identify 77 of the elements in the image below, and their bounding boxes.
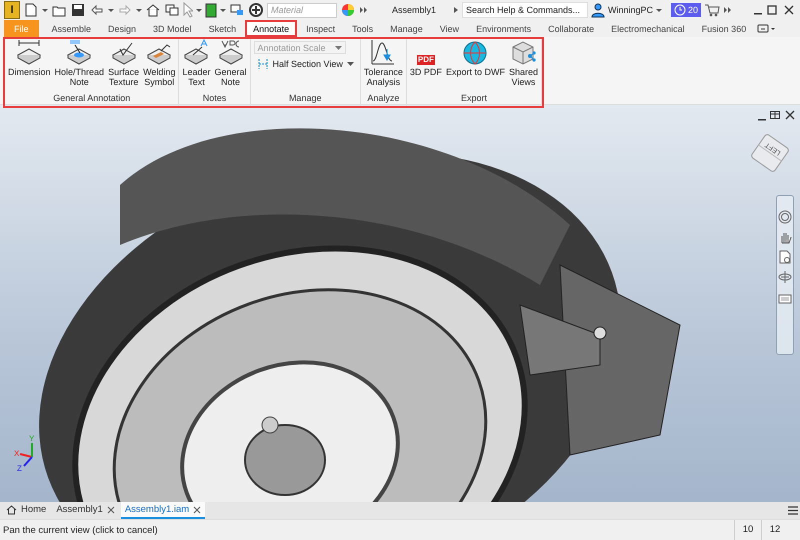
ribbon-tab[interactable]: Manage [382,20,431,37]
status-count: 12 [761,520,788,540]
ribbon-tab[interactable]: Tools [344,20,382,37]
steering-wheel-icon [778,210,792,224]
close-icon [106,506,115,514]
windows-icon [164,2,180,18]
ribbon-tab[interactable]: Design [100,20,144,37]
orbit-icon [778,270,792,284]
pointer-icon [183,2,193,18]
undo-icon [89,2,105,18]
ribbon-tool-button[interactable]: Export to DWF [444,39,507,77]
ribbon-tab[interactable]: Sketch [200,20,244,37]
panel-title: Analyze [366,92,400,105]
ribbon-tab[interactable]: View [432,20,468,37]
document-tab[interactable]: Home [2,502,50,519]
monitor-icon [229,2,245,18]
ribbon-tool-button[interactable]: Hole/Thread Note [52,39,106,87]
ribbon-tab[interactable]: Environments [468,20,540,37]
half-section-view-button[interactable]: Half Section View [254,58,357,70]
cart-icon [704,2,720,18]
clock-icon [674,4,686,16]
new-file-icon [23,2,39,18]
panel-title: General Annotation [52,92,132,105]
close-icon [784,109,796,121]
appearance-icon [205,2,217,18]
caret-icon [220,8,226,12]
color-wheel-icon [340,2,356,18]
user-name[interactable]: WinningPC [608,5,654,15]
app-logo[interactable]: I [4,1,20,19]
document-tab[interactable]: Assembly1 [52,502,119,519]
panel-title: Export [460,92,488,105]
ribbon-tab[interactable]: Inspect [298,20,344,37]
home-icon [145,2,161,18]
caret-icon [346,62,354,66]
document-tab[interactable]: Assembly1.iam [120,502,206,519]
zoom-icon [778,250,792,264]
ribbon-tab[interactable]: Fusion 360 [694,20,754,37]
minimize-icon [758,119,766,121]
ribbon-tool-button[interactable]: Surface Texture [106,39,142,87]
ribbon-tool-button[interactable]: Dimension [6,39,53,77]
ribbon-tab[interactable]: Collaborate [540,20,602,37]
ribbon-tab[interactable]: Electromechanical [603,20,693,37]
ribbon-tab[interactable]: Assemble [44,20,100,37]
ribbon-tab[interactable]: 3D Model [145,20,200,37]
ribbon-tool-button[interactable]: Shared Views [506,39,540,87]
minimize-icon [754,13,762,15]
section-icon [256,58,269,70]
caret-icon [334,46,342,50]
ribbon-tool-button[interactable]: General Note [212,39,249,87]
close-icon [193,506,202,514]
caret-icon [136,8,142,12]
restore-icon [769,109,781,121]
caret-icon [656,8,662,12]
ribbon-tool-button[interactable]: Tolerance Analysis [362,39,405,87]
close-icon [782,3,796,17]
panel-title: Notes [202,92,228,105]
ribbon-tool-button[interactable]: Welding Symbol [141,39,178,87]
ribbon-tool-button[interactable]: PDF 3D PDF [408,39,444,77]
status-count: 10 [734,520,761,540]
home-icon [6,504,17,515]
user-icon [591,2,605,18]
caret-icon [42,8,48,12]
save-icon [70,2,86,18]
maximize-icon [765,3,779,17]
redo-icon [117,2,133,18]
caret-icon [196,8,202,12]
ribbon-tool-button[interactable]: Leader Text [180,39,212,87]
search-field[interactable]: Search Help & Commands... [462,2,588,18]
status-message: Pan the current view (click to cancel) [3,524,159,536]
trial-days-button[interactable]: 20 [671,3,702,17]
pdf-badge: PDF [416,55,435,65]
document-title: Assembly1 [392,5,438,15]
material-dropdown[interactable]: Material [267,2,337,18]
panel-title: Manage [288,92,322,105]
ribbon-tab[interactable]: Annotate [245,20,298,37]
globe-icon [461,39,490,65]
caret-icon [108,8,114,12]
